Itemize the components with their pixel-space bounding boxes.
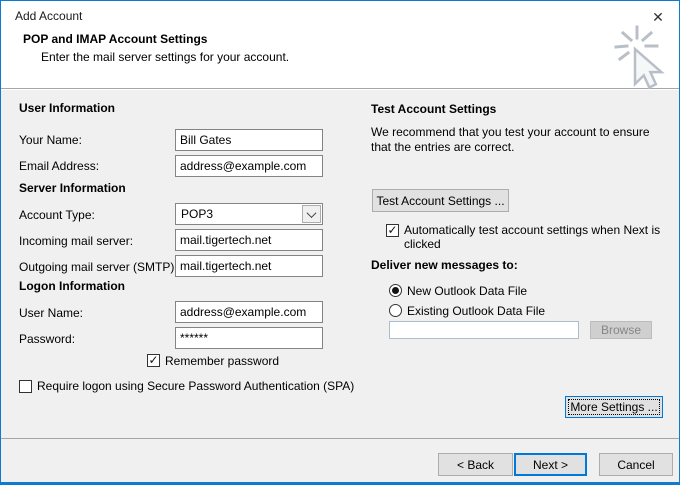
auto-test-checkbox[interactable]: ✓ bbox=[386, 224, 399, 237]
spa-label: Require logon using Secure Password Auth… bbox=[37, 379, 355, 393]
outgoing-server-input[interactable] bbox=[175, 255, 323, 277]
incoming-server-label: Incoming mail server: bbox=[19, 234, 134, 248]
auto-test-label: Automatically test account settings when… bbox=[404, 223, 661, 251]
your-name-input[interactable] bbox=[175, 129, 323, 151]
cancel-button[interactable]: Cancel bbox=[599, 453, 673, 476]
footer-separator bbox=[1, 438, 679, 439]
wizard-header: POP and IMAP Account Settings Enter the … bbox=[1, 31, 679, 89]
account-type-label: Account Type: bbox=[19, 208, 95, 222]
remember-password-label: Remember password bbox=[165, 354, 280, 368]
click-cursor-icon bbox=[614, 25, 665, 90]
more-settings-button[interactable]: More Settings ... bbox=[565, 396, 663, 418]
account-type-select[interactable]: POP3 bbox=[175, 203, 323, 225]
email-address-label: Email Address: bbox=[19, 159, 100, 173]
password-input[interactable] bbox=[175, 327, 323, 349]
existing-data-file-label: Existing Outlook Data File bbox=[407, 304, 546, 318]
user-name-label: User Name: bbox=[19, 306, 84, 320]
incoming-server-input[interactable] bbox=[175, 229, 323, 251]
deliver-heading: Deliver new messages to: bbox=[371, 258, 518, 272]
outgoing-server-label: Outgoing mail server (SMTP): bbox=[19, 260, 178, 274]
existing-data-file-radio[interactable] bbox=[389, 304, 402, 317]
logon-information-heading: Logon Information bbox=[19, 279, 125, 293]
remember-password-checkbox[interactable]: ✓ bbox=[147, 354, 160, 367]
check-icon: ✓ bbox=[148, 353, 159, 367]
user-information-heading: User Information bbox=[19, 101, 116, 115]
test-account-description: We recommend that you test your account … bbox=[371, 125, 650, 154]
new-data-file-label: New Outlook Data File bbox=[407, 284, 528, 298]
next-button[interactable]: Next > bbox=[514, 453, 587, 476]
page-title: POP and IMAP Account Settings bbox=[23, 32, 208, 46]
server-information-heading: Server Information bbox=[19, 181, 126, 195]
new-data-file-radio[interactable] bbox=[389, 284, 402, 297]
title-bar: Add Account ✕ bbox=[1, 1, 679, 31]
account-type-value: POP3 bbox=[181, 207, 214, 221]
add-account-dialog: Add Account ✕ POP and IMAP Account Setti… bbox=[0, 0, 680, 485]
window-title: Add Account bbox=[15, 9, 83, 23]
test-account-settings-heading: Test Account Settings bbox=[371, 102, 497, 116]
browse-button[interactable]: Browse bbox=[590, 321, 652, 339]
chevron-down-icon[interactable] bbox=[302, 205, 321, 223]
check-icon: ✓ bbox=[387, 223, 398, 237]
user-name-input[interactable] bbox=[175, 301, 323, 323]
spa-checkbox[interactable] bbox=[19, 380, 32, 393]
test-account-settings-button[interactable]: Test Account Settings ... bbox=[372, 189, 509, 212]
your-name-label: Your Name: bbox=[19, 133, 82, 147]
email-address-input[interactable] bbox=[175, 155, 323, 177]
back-button[interactable]: < Back bbox=[438, 453, 513, 476]
password-label: Password: bbox=[19, 332, 76, 346]
data-file-path-input[interactable] bbox=[389, 321, 579, 339]
page-subtitle: Enter the mail server settings for your … bbox=[41, 50, 290, 64]
